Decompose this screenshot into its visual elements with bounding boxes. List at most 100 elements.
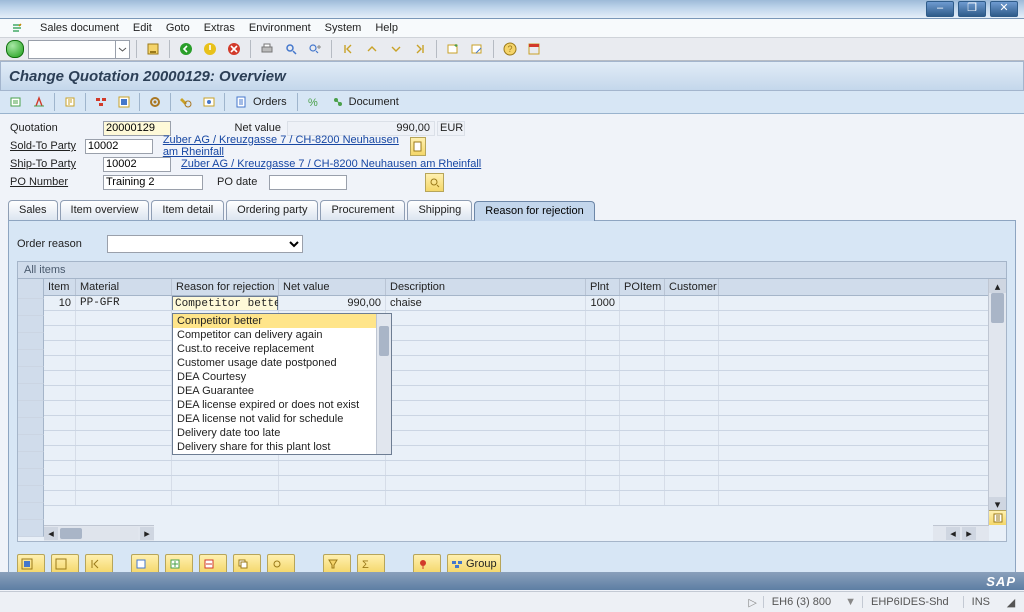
menu-sales-document[interactable]: Sales document — [34, 21, 125, 35]
row-selector[interactable] — [18, 316, 44, 333]
dropdown-option[interactable]: Delivery date too late — [173, 426, 391, 440]
col-poitem[interactable]: POItem — [620, 279, 665, 295]
shipto-label[interactable]: Ship-To Party — [10, 158, 103, 170]
menu-help[interactable]: Help — [369, 21, 404, 35]
command-field[interactable] — [28, 40, 130, 59]
rejection-field[interactable]: Competitor better▾ — [172, 296, 278, 310]
find-next-icon[interactable] — [305, 39, 325, 59]
dropdown-option[interactable]: DEA license not valid for schedule — [173, 412, 391, 426]
grid-hscroll-left[interactable]: ◂▸ — [44, 525, 154, 541]
orders-button[interactable]: Orders — [230, 92, 292, 112]
sum-button[interactable]: Σ — [357, 554, 385, 574]
row-selector[interactable] — [18, 401, 44, 418]
ponum-label[interactable]: PO Number — [10, 176, 103, 188]
row-selector[interactable] — [18, 333, 44, 350]
grid-column-config-icon[interactable] — [989, 510, 1006, 525]
ponum-field[interactable] — [103, 175, 203, 190]
shipto-field[interactable] — [103, 157, 171, 172]
first-item-button[interactable] — [85, 554, 113, 574]
dropdown-option[interactable]: DEA Courtesy — [173, 370, 391, 384]
page-down-icon[interactable] — [386, 39, 406, 59]
close-button[interactable]: ✕ — [990, 1, 1018, 17]
copy-item-button[interactable] — [233, 554, 261, 574]
dropdown-option[interactable]: Customer usage date postponed — [173, 356, 391, 370]
cancel-icon[interactable] — [224, 39, 244, 59]
menu-goto[interactable]: Goto — [160, 21, 196, 35]
table-row[interactable] — [44, 476, 988, 491]
document-button[interactable]: Document — [326, 92, 404, 112]
restore-button[interactable]: ❐ — [958, 1, 986, 17]
col-netvalue[interactable]: Net value — [279, 279, 386, 295]
back-icon[interactable] — [176, 39, 196, 59]
tab-ordering-party[interactable]: Ordering party — [226, 200, 318, 220]
col-item[interactable]: Item — [44, 279, 76, 295]
rejection-dropdown-popup[interactable]: Competitor betterCompetitor can delivery… — [172, 313, 392, 455]
minimize-button[interactable]: – — [926, 1, 954, 17]
col-material[interactable]: Material — [76, 279, 172, 295]
page-up-icon[interactable] — [362, 39, 382, 59]
order-reason-select[interactable] — [107, 235, 303, 253]
save-icon[interactable] — [143, 39, 163, 59]
incompletion-log-icon[interactable] — [29, 92, 49, 112]
row-selector[interactable] — [18, 299, 44, 316]
last-page-icon[interactable] — [410, 39, 430, 59]
shortcut-icon[interactable] — [467, 39, 487, 59]
row-selector[interactable] — [18, 486, 44, 503]
filter-button[interactable] — [323, 554, 351, 574]
locate-button[interactable] — [413, 554, 441, 574]
row-selector[interactable] — [18, 435, 44, 452]
enter-check-icon[interactable] — [6, 40, 24, 58]
insert-item-button[interactable] — [165, 554, 193, 574]
percent-icon[interactable]: % — [303, 92, 323, 112]
row-selector[interactable] — [18, 350, 44, 367]
dropdown-option[interactable]: DEA license expired or does not exist — [173, 398, 391, 412]
command-field-dropdown[interactable] — [115, 41, 129, 58]
display-item-button[interactable] — [131, 554, 159, 574]
help-icon[interactable]: ? — [500, 39, 520, 59]
delete-item-button[interactable] — [199, 554, 227, 574]
dropdown-option[interactable]: Cust.to receive replacement — [173, 342, 391, 356]
print-icon[interactable] — [257, 39, 277, 59]
tab-item-overview[interactable]: Item overview — [60, 200, 150, 220]
display-document-flow-icon[interactable] — [6, 92, 26, 112]
grid-hscroll-right[interactable]: ◂▸ — [933, 525, 989, 541]
config-item-button[interactable] — [267, 554, 295, 574]
quotation-field[interactable] — [103, 121, 171, 136]
menu-environment[interactable]: Environment — [243, 21, 317, 35]
shipto-desc[interactable]: Zuber AG / Kreuzgasse 7 / CH-8200 Neuhau… — [181, 158, 481, 170]
tab-shipping[interactable]: Shipping — [407, 200, 472, 220]
scroll-down-icon[interactable]: ▾ — [989, 497, 1006, 511]
row-selector[interactable] — [18, 469, 44, 486]
table-row[interactable]: 10PP-GFRCompetitor better▾990,00chaise10… — [44, 296, 988, 311]
exit-icon[interactable] — [200, 39, 220, 59]
pricing-icon[interactable] — [176, 92, 196, 112]
row-selector[interactable] — [18, 367, 44, 384]
row-selector[interactable] — [18, 452, 44, 469]
dropdown-option[interactable]: Competitor can delivery again — [173, 328, 391, 342]
new-session-icon[interactable] — [443, 39, 463, 59]
tab-reason-for-rejection[interactable]: Reason for rejection — [474, 201, 594, 221]
scroll-up-icon[interactable]: ▴ — [989, 279, 1006, 293]
dropdown-option[interactable]: Delivery share for this plant lost — [173, 440, 391, 454]
propose-items-icon[interactable] — [91, 92, 111, 112]
first-page-icon[interactable] — [338, 39, 358, 59]
layout-icon[interactable] — [524, 39, 544, 59]
config-icon[interactable] — [145, 92, 165, 112]
col-plnt[interactable]: Plnt — [586, 279, 620, 295]
grid-corner[interactable] — [18, 279, 44, 299]
row-selector[interactable] — [18, 503, 44, 520]
tab-sales[interactable]: Sales — [8, 200, 58, 220]
find-icon[interactable] — [281, 39, 301, 59]
soldto-desc[interactable]: Zuber AG / Kreuzgasse 7 / CH-8200 Neuhau… — [163, 134, 405, 158]
group-button[interactable]: Group — [447, 554, 501, 574]
dropdown-scrollbar[interactable] — [376, 314, 391, 454]
col-reason[interactable]: Reason for rejection — [172, 279, 279, 295]
col-description[interactable]: Description — [386, 279, 586, 295]
podate-field[interactable] — [269, 175, 347, 190]
cue-icon[interactable] — [4, 20, 30, 36]
menu-extras[interactable]: Extras — [198, 21, 241, 35]
select-all-button[interactable] — [17, 554, 45, 574]
deselect-all-button[interactable] — [51, 554, 79, 574]
tab-item-detail[interactable]: Item detail — [151, 200, 224, 220]
output-preview-icon[interactable] — [199, 92, 219, 112]
